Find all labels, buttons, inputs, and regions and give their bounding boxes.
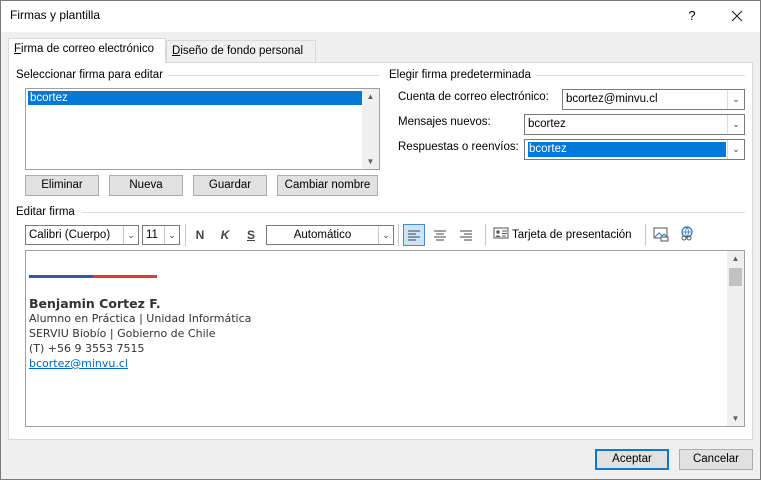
accent-bar-red <box>93 275 157 278</box>
font-color-value: Automático <box>293 229 352 241</box>
italic-button[interactable]: K <box>215 225 235 245</box>
replies-value: bcortez <box>528 142 726 157</box>
separator <box>82 212 745 213</box>
new-messages-label: Mensajes nuevos: <box>398 116 491 128</box>
scroll-thumb[interactable] <box>729 268 742 286</box>
editor-scrollbar[interactable]: ▲ ▼ <box>727 251 744 426</box>
scroll-down-icon[interactable]: ▼ <box>727 411 744 426</box>
help-button[interactable]: ? <box>680 4 704 28</box>
rename-button[interactable]: Cambiar nombre <box>277 175 378 196</box>
separator <box>536 75 745 76</box>
font-size-value: 11 <box>146 229 158 241</box>
window-title: Firmas y plantilla <box>10 8 101 22</box>
toolbar-separator <box>185 224 186 246</box>
signature-name: Benjamin Cortez F. <box>29 296 161 311</box>
chevron-down-icon: ⌄ <box>727 140 744 159</box>
chevron-down-icon: ⌄ <box>727 90 744 109</box>
tab-personal-stationery[interactable]: Diseño de fondo personal <box>166 40 316 62</box>
align-right-icon <box>460 230 472 241</box>
insert-picture-button[interactable] <box>651 225 671 245</box>
close-icon <box>731 10 743 22</box>
list-item[interactable]: bcortez <box>28 91 362 105</box>
font-color-select[interactable]: Automático ⌄ <box>266 225 394 245</box>
align-center-button[interactable] <box>430 225 450 245</box>
account-select[interactable]: bcortez@minvu.cl ⌄ <box>562 89 745 110</box>
chevron-down-icon: ⌄ <box>123 226 138 244</box>
scroll-up-icon[interactable]: ▲ <box>727 251 744 266</box>
chevron-down-icon: ⌄ <box>164 226 179 244</box>
signature-email-link[interactable]: bcortez@minvu.cl <box>29 356 251 371</box>
align-left-button[interactable] <box>403 224 425 246</box>
business-card-label: Tarjeta de presentación <box>512 229 632 241</box>
signature-phone: (T) +56 9 3553 7515 <box>29 342 145 355</box>
font-name-select[interactable]: Calibri (Cuerpo) ⌄ <box>25 225 139 245</box>
edit-signature-label: Editar firma <box>16 206 75 218</box>
delete-button[interactable]: Eliminar <box>25 175 99 196</box>
signature-list[interactable]: bcortez ▲ ▼ <box>25 88 380 170</box>
title-bar <box>0 0 761 32</box>
toolbar-separator <box>485 224 486 246</box>
bold-button[interactable]: N <box>190 225 210 245</box>
scroll-down-icon[interactable]: ▼ <box>362 154 379 169</box>
scroll-up-icon[interactable]: ▲ <box>362 89 379 104</box>
account-label: Cuenta de correo electrónico: <box>398 91 549 103</box>
list-scrollbar[interactable]: ▲ ▼ <box>362 89 379 169</box>
separator <box>168 75 380 76</box>
chevron-down-icon: ⌄ <box>727 115 744 134</box>
business-card-icon <box>493 227 509 239</box>
business-card-button[interactable]: Tarjeta de presentación <box>493 225 632 245</box>
align-center-icon <box>434 230 446 241</box>
tab-email-signature[interactable]: Firma de correo electrónico <box>8 38 166 63</box>
chevron-down-icon: ⌄ <box>378 226 393 244</box>
accent-bar-blue <box>29 275 93 278</box>
save-button[interactable]: Guardar <box>193 175 267 196</box>
font-name-value: Calibri (Cuerpo) <box>29 229 111 241</box>
toolbar-separator <box>398 224 399 246</box>
hyperlink-icon <box>681 226 693 241</box>
replies-select[interactable]: bcortez ⌄ <box>524 139 745 160</box>
toolbar-separator <box>645 224 646 246</box>
default-signature-label: Elegir firma predeterminada <box>389 69 531 81</box>
cancel-button[interactable]: Cancelar <box>679 449 753 470</box>
new-messages-value: bcortez <box>528 118 566 130</box>
close-button[interactable] <box>722 2 752 30</box>
picture-icon <box>653 227 669 242</box>
align-left-icon <box>408 230 420 241</box>
font-size-select[interactable]: 11 ⌄ <box>142 225 180 245</box>
select-signature-label: Seleccionar firma para editar <box>16 69 164 81</box>
account-value: bcortez@minvu.cl <box>566 93 658 105</box>
align-right-button[interactable] <box>456 225 476 245</box>
new-button[interactable]: Nueva <box>109 175 183 196</box>
ok-button[interactable]: Aceptar <box>595 449 669 470</box>
signature-line: SERVIU Biobío | Gobierno de Chile <box>29 327 216 340</box>
replies-label: Respuestas o reenvíos: <box>398 141 519 153</box>
underline-button[interactable]: S <box>241 225 261 245</box>
new-messages-select[interactable]: bcortez ⌄ <box>524 114 745 135</box>
insert-hyperlink-button[interactable] <box>677 225 697 245</box>
signature-editor[interactable]: Benjamin Cortez F. Alumno en Práctica | … <box>25 250 745 427</box>
signature-line: Alumno en Práctica | Unidad Informática <box>29 312 252 325</box>
tab-email-signature-label: Firma de correo electrónico <box>14 43 154 55</box>
tab-personal-stationery-label: Diseño de fondo personal <box>172 45 304 57</box>
